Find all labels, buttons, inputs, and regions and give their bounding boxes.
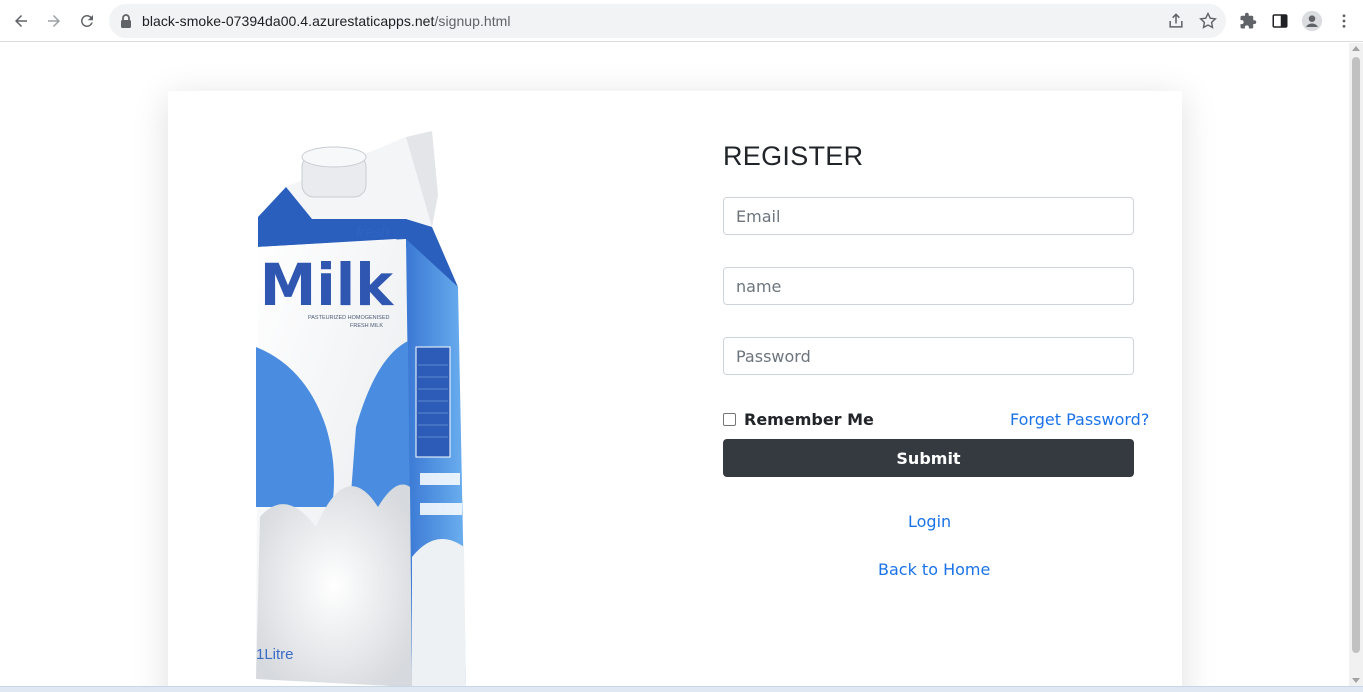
remember-me-checkbox[interactable]	[723, 413, 736, 426]
carton-brand-small: fresh	[356, 224, 389, 241]
milk-carton-image: fresh Milk PASTEURIZED HOMOGENISED FRESH…	[256, 131, 466, 686]
reload-icon	[80, 14, 93, 27]
browser-toolbar: black-smoke-07394da00.4.azurestaticapps.…	[0, 0, 1363, 42]
forward-button[interactable]	[41, 8, 67, 34]
url-path: /signup.html	[434, 13, 511, 29]
carton-volume: 1Litre	[256, 646, 294, 663]
reload-button[interactable]	[74, 8, 100, 34]
register-title: REGISTER	[723, 141, 864, 171]
url-host: black-smoke-07394da00.4.azurestaticapps.…	[142, 13, 435, 29]
remember-me-label[interactable]: Remember Me	[744, 410, 874, 429]
vertical-scrollbar[interactable]	[1349, 43, 1363, 686]
login-link[interactable]: Login	[908, 512, 951, 531]
share-icon[interactable]	[1166, 11, 1186, 31]
more-menu-icon[interactable]	[1333, 10, 1355, 32]
window-bottom-edge	[0, 686, 1363, 692]
email-field[interactable]	[723, 197, 1134, 235]
address-bar[interactable]: black-smoke-07394da00.4.azurestaticapps.…	[109, 4, 1226, 38]
scroll-up-arrow-icon[interactable]	[1352, 46, 1360, 51]
scroll-down-arrow-icon[interactable]	[1352, 678, 1360, 683]
url-text: black-smoke-07394da00.4.azurestaticapps.…	[142, 12, 511, 30]
remember-me-row: Remember Me	[723, 410, 874, 429]
back-button[interactable]	[8, 8, 34, 34]
side-panel-icon[interactable]	[1269, 10, 1291, 32]
page-viewport: fresh Milk PASTEURIZED HOMOGENISED FRESH…	[0, 43, 1349, 686]
arrow-left-icon	[15, 15, 27, 27]
password-field[interactable]	[723, 337, 1134, 375]
name-field[interactable]	[723, 267, 1134, 305]
arrow-right-icon	[48, 15, 60, 27]
bookmark-star-icon[interactable]	[1198, 11, 1218, 31]
scroll-thumb[interactable]	[1352, 57, 1360, 653]
carton-tagline-2: FRESH MILK	[350, 323, 383, 329]
extensions-icon[interactable]	[1237, 10, 1259, 32]
carton-brand: Milk	[260, 251, 395, 319]
back-to-home-link[interactable]: Back to Home	[878, 560, 990, 579]
register-card: fresh Milk PASTEURIZED HOMOGENISED FRESH…	[168, 91, 1182, 686]
lock-icon	[121, 14, 131, 28]
forget-password-link[interactable]: Forget Password?	[1010, 410, 1149, 429]
carton-tagline-1: PASTEURIZED HOMOGENISED	[308, 315, 390, 321]
submit-button[interactable]: Submit	[723, 439, 1134, 477]
profile-avatar-icon[interactable]	[1301, 10, 1323, 32]
